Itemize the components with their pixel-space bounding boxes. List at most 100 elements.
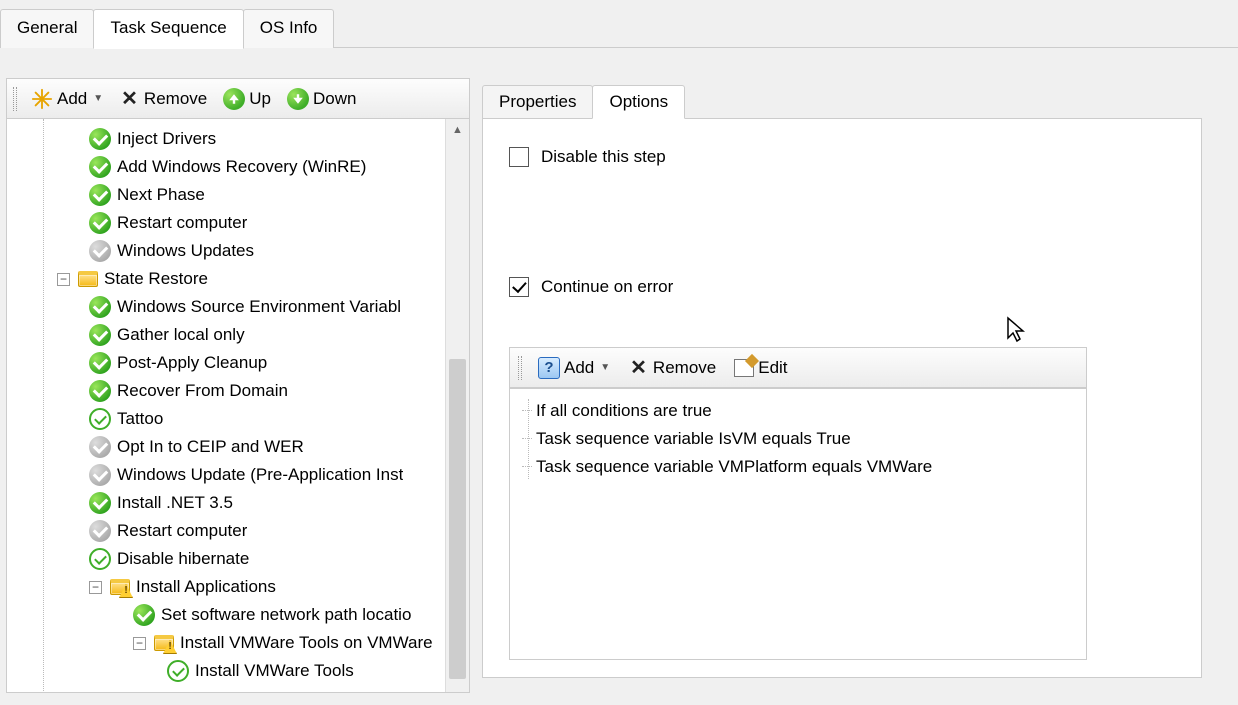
disable-step-checkbox[interactable] — [509, 147, 529, 167]
collapse-icon[interactable] — [133, 637, 146, 650]
tree-node-label: Restart computer — [117, 209, 247, 237]
folder-icon — [154, 635, 174, 651]
tab-os-info[interactable]: OS Info — [243, 9, 335, 48]
tree-node[interactable]: Recover From Domain — [27, 377, 469, 405]
tree-node[interactable]: Next Phase — [27, 181, 469, 209]
question-icon: ? — [538, 357, 560, 379]
tree-node[interactable]: Restart computer — [27, 517, 469, 545]
tree-node[interactable]: Install VMWare Tools — [27, 657, 469, 685]
folder-icon — [110, 579, 130, 595]
tree-node[interactable]: Set software network path locatio — [27, 601, 469, 629]
check-icon — [89, 212, 111, 234]
conditions-list[interactable]: If all conditions are trueTask sequence … — [509, 388, 1087, 660]
edit-icon — [734, 359, 754, 377]
tree-node[interactable]: Install VMWare Tools on VMWare — [27, 629, 469, 657]
remove-condition-button[interactable]: ✕ Remove — [622, 352, 722, 383]
tree-node-label: Post-Apply Cleanup — [117, 349, 267, 377]
tree-node[interactable]: Add Windows Recovery (WinRE) — [27, 153, 469, 181]
check-icon — [89, 128, 111, 150]
tree-node-label: Install Applications — [136, 573, 276, 601]
tree-node[interactable]: Disable hibernate — [27, 545, 469, 573]
tree-node-label: Windows Updates — [117, 237, 254, 265]
x-icon: ✕ — [119, 86, 140, 111]
toolbar-grip-icon — [518, 356, 522, 380]
arrow-down-icon — [287, 88, 309, 110]
check-disabled-icon — [89, 240, 111, 262]
tree-node[interactable]: Gather local only — [27, 321, 469, 349]
tab-properties[interactable]: Properties — [482, 85, 593, 118]
options-panel: Disable this step Continue on error ? Ad… — [482, 118, 1202, 678]
tree-node[interactable]: Post-Apply Cleanup — [27, 349, 469, 377]
edit-condition-button[interactable]: Edit — [728, 355, 793, 381]
folder-icon — [78, 271, 98, 287]
tab-general[interactable]: General — [0, 9, 94, 48]
tree-node[interactable]: State Restore — [27, 265, 469, 293]
star-icon — [31, 88, 53, 110]
collapse-icon[interactable] — [57, 273, 70, 286]
arrow-up-icon — [223, 88, 245, 110]
tree-node-label: Inject Drivers — [117, 125, 216, 153]
move-down-button[interactable]: Down — [281, 85, 362, 113]
down-label: Down — [313, 89, 356, 109]
tab-options[interactable]: Options — [592, 85, 685, 119]
tree-node-label: Windows Source Environment Variabl — [117, 293, 401, 321]
tree-node[interactable]: Windows Source Environment Variabl — [27, 293, 469, 321]
check-disabled-icon — [89, 436, 111, 458]
add-condition-label: Add — [564, 358, 594, 378]
condition-item[interactable]: If all conditions are true — [536, 397, 1072, 425]
scroll-thumb[interactable] — [449, 359, 466, 679]
tree-node[interactable]: Inject Drivers — [27, 125, 469, 153]
check-icon — [89, 548, 111, 570]
tree-scrollbar[interactable]: ▲ — [445, 119, 469, 692]
move-up-button[interactable]: Up — [217, 85, 277, 113]
remove-label: Remove — [144, 89, 207, 109]
scroll-up-icon[interactable]: ▲ — [446, 119, 469, 141]
tree-node-label: Gather local only — [117, 321, 245, 349]
tree-node[interactable]: Install Applications — [27, 573, 469, 601]
tree-node[interactable]: Windows Update (Pre-Application Inst — [27, 461, 469, 489]
remove-step-button[interactable]: ✕ Remove — [113, 83, 213, 114]
tree-node[interactable]: Opt In to CEIP and WER — [27, 433, 469, 461]
tree-node-label: Install VMWare Tools — [195, 657, 354, 685]
tree-node-label: Opt In to CEIP and WER — [117, 433, 304, 461]
tree-node-label: State Restore — [104, 265, 208, 293]
sequence-toolbar: Add ▼ ✕ Remove Up Down — [6, 78, 470, 119]
continue-on-error-label: Continue on error — [541, 277, 673, 297]
tree-node-label: Disable hibernate — [117, 545, 249, 573]
remove-condition-label: Remove — [653, 358, 716, 378]
tree-node-label: Next Phase — [117, 181, 205, 209]
collapse-icon[interactable] — [89, 581, 102, 594]
add-condition-button[interactable]: ? Add ▼ — [532, 354, 616, 382]
check-icon — [89, 184, 111, 206]
tree-node[interactable]: Windows Updates — [27, 237, 469, 265]
task-sequence-tree[interactable]: Inject DriversAdd Windows Recovery (WinR… — [6, 119, 470, 693]
x-icon: ✕ — [628, 355, 649, 380]
conditions-toolbar: ? Add ▼ ✕ Remove Edit — [509, 347, 1087, 388]
check-disabled-icon — [89, 520, 111, 542]
add-step-button[interactable]: Add ▼ — [25, 85, 109, 113]
check-icon — [89, 408, 111, 430]
tree-node[interactable]: Install .NET 3.5 — [27, 489, 469, 517]
tree-node-label: Install .NET 3.5 — [117, 489, 233, 517]
condition-item[interactable]: Task sequence variable IsVM equals True — [536, 425, 1072, 453]
disable-step-label: Disable this step — [541, 147, 666, 167]
dropdown-caret-icon: ▼ — [93, 93, 103, 104]
condition-item[interactable]: Task sequence variable VMPlatform equals… — [536, 453, 1072, 481]
continue-on-error-checkbox[interactable] — [509, 277, 529, 297]
check-icon — [133, 604, 155, 626]
check-icon — [89, 324, 111, 346]
tree-node-label: Tattoo — [117, 405, 163, 433]
tree-node-label: Set software network path locatio — [161, 601, 411, 629]
check-icon — [89, 296, 111, 318]
top-tab-strip: General Task Sequence OS Info — [0, 0, 1238, 48]
tree-node[interactable]: Tattoo — [27, 405, 469, 433]
tree-node[interactable]: Restart computer — [27, 209, 469, 237]
step-detail-tabs: Properties Options — [482, 80, 1238, 118]
check-icon — [89, 380, 111, 402]
tree-node-label: Windows Update (Pre-Application Inst — [117, 461, 403, 489]
tree-node-label: Recover From Domain — [117, 377, 288, 405]
edit-condition-label: Edit — [758, 358, 787, 378]
tree-node-label: Install VMWare Tools on VMWare — [180, 629, 433, 657]
tab-task-sequence[interactable]: Task Sequence — [93, 9, 243, 49]
check-icon — [167, 660, 189, 682]
